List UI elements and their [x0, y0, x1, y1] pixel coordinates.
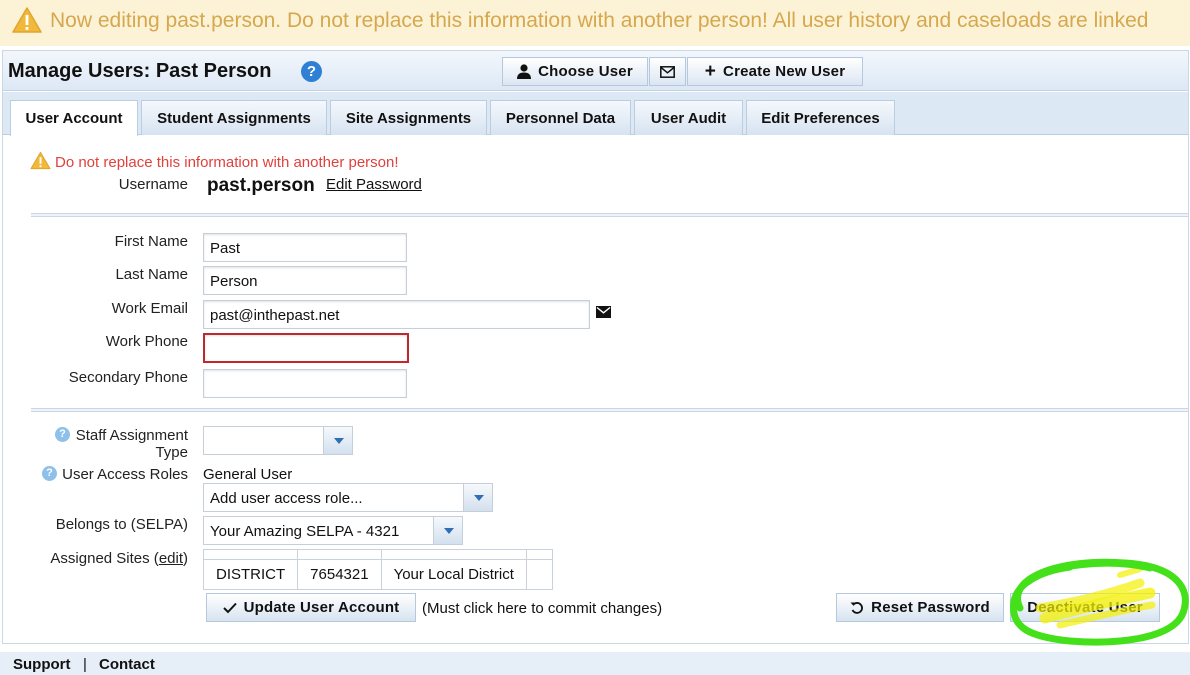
- staff-assignment-type-label-2: Type: [155, 444, 188, 461]
- staff-assignment-type-select[interactable]: [203, 426, 353, 455]
- username-label: Username: [118, 176, 188, 193]
- warning-icon: [30, 151, 51, 170]
- current-role: General User: [203, 466, 293, 483]
- chevron-down-icon[interactable]: [433, 517, 462, 544]
- plus-icon: +: [704, 61, 717, 82]
- site-name: Your Local District: [380, 559, 527, 590]
- table-row: DISTRICT 7654321 Your Local District: [202, 559, 553, 590]
- checkmark-icon: [222, 602, 237, 613]
- selpa-select[interactable]: Your Amazing SELPA - 4321: [203, 516, 463, 545]
- envelope-icon[interactable]: [596, 306, 611, 318]
- choose-user-button[interactable]: Choose User: [502, 57, 648, 86]
- email-users-button[interactable]: [649, 57, 686, 86]
- first-name-label: First Name: [114, 233, 188, 250]
- section-divider: [31, 213, 1188, 217]
- table-header-row: [202, 549, 553, 560]
- contact-link[interactable]: Contact: [99, 656, 155, 673]
- tab-user-audit[interactable]: User Audit: [634, 100, 743, 135]
- site-type: DISTRICT: [202, 559, 299, 590]
- selpa-label: Belongs to (SELPA): [55, 516, 188, 533]
- site-extra: [525, 559, 553, 590]
- choose-user-label: Choose User: [538, 63, 633, 80]
- last-name-label: Last Name: [115, 266, 188, 283]
- add-user-access-role-select[interactable]: Add user access role...: [203, 483, 493, 512]
- user-access-roles-label: User Access Roles: [62, 466, 188, 483]
- reset-password-button[interactable]: Reset Password: [836, 593, 1004, 622]
- assigned-sites-label: Assigned Sites (edit): [50, 550, 188, 567]
- section-divider: [31, 408, 1188, 412]
- tab-user-account[interactable]: User Account: [10, 100, 138, 136]
- envelope-icon: [660, 65, 675, 78]
- user-icon: [517, 64, 532, 79]
- update-user-account-label: Update User Account: [243, 599, 400, 616]
- secondary-phone-label: Secondary Phone: [68, 369, 188, 386]
- help-icon[interactable]: ?: [301, 61, 322, 82]
- add-role-placeholder: Add user access role...: [210, 490, 363, 507]
- secondary-phone-input[interactable]: [203, 369, 407, 398]
- page-title: Manage Users: Past Person: [8, 60, 272, 82]
- last-name-input[interactable]: Person: [203, 266, 407, 295]
- tab-student-assignments[interactable]: Student Assignments: [141, 100, 327, 135]
- tab-personnel-data[interactable]: Personnel Data: [490, 100, 631, 135]
- assigned-sites-table: DISTRICT 7654321 Your Local District: [202, 549, 553, 590]
- undo-icon: [850, 601, 864, 614]
- assigned-sites-edit-link[interactable]: edit: [159, 550, 183, 567]
- warning-icon: [12, 7, 42, 33]
- selpa-value: Your Amazing SELPA - 4321: [210, 523, 400, 540]
- banner-text: Now editing past.person. Do not replace …: [50, 9, 1149, 32]
- edit-password-link[interactable]: Edit Password: [326, 176, 422, 193]
- reset-password-label: Reset Password: [871, 599, 990, 616]
- create-new-user-button[interactable]: + Create New User: [687, 57, 863, 86]
- staff-assignment-type-label: Staff Assignment: [75, 427, 188, 444]
- work-phone-input[interactable]: [203, 333, 409, 363]
- update-note: (Must click here to commit changes): [422, 600, 663, 617]
- first-name-input[interactable]: Past: [203, 233, 407, 262]
- tab-edit-preferences[interactable]: Edit Preferences: [746, 100, 895, 135]
- chevron-down-icon[interactable]: [323, 427, 352, 454]
- account-warning: Do not replace this information with ano…: [55, 154, 399, 171]
- site-code: 7654321: [297, 559, 382, 590]
- create-new-user-label: Create New User: [723, 63, 846, 80]
- footer-separator: |: [83, 656, 87, 673]
- work-email-input[interactable]: past@inthepast.net: [203, 300, 590, 329]
- username-value: past.person: [207, 175, 315, 196]
- chevron-down-icon[interactable]: [463, 484, 492, 511]
- annotation-highlight: [1010, 558, 1189, 646]
- update-user-account-button[interactable]: Update User Account: [206, 593, 416, 622]
- work-email-label: Work Email: [111, 300, 188, 317]
- work-phone-label: Work Phone: [105, 333, 188, 350]
- tab-site-assignments[interactable]: Site Assignments: [330, 100, 487, 135]
- footer: Support | Contact: [0, 652, 1190, 675]
- support-link[interactable]: Support: [13, 656, 71, 673]
